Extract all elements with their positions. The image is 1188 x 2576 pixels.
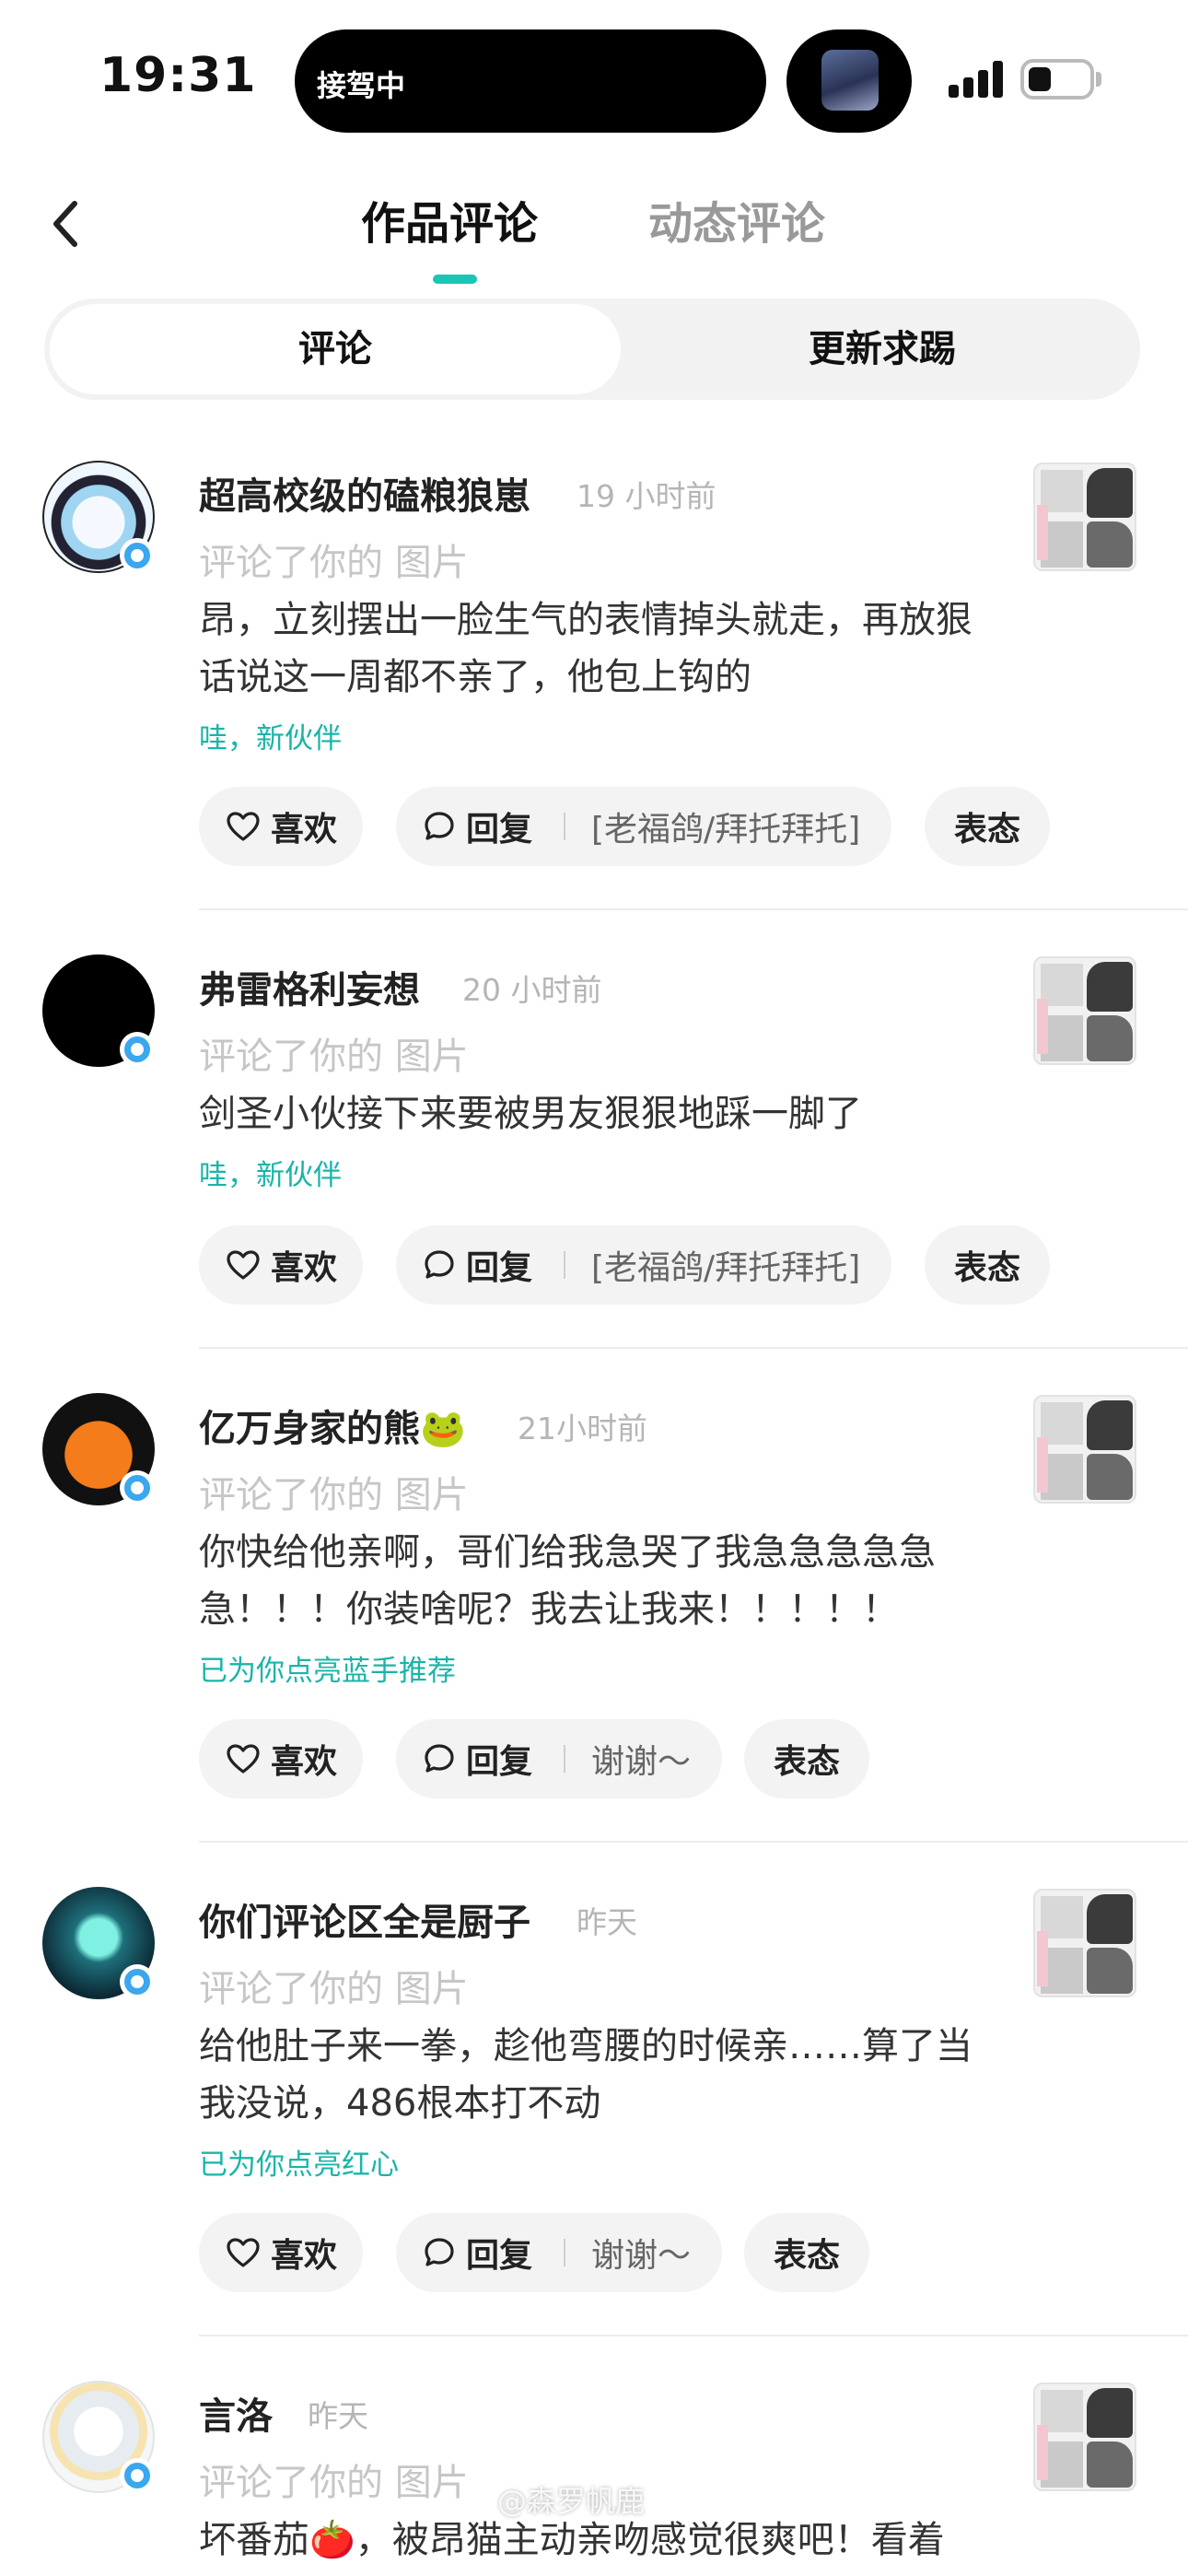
reply-label: 回复 xyxy=(466,1249,533,1287)
quick-reply-suggestion[interactable]: [老福鸽/拜托拜托] xyxy=(591,1241,860,1289)
now-playing-island[interactable] xyxy=(786,29,912,133)
react-button[interactable]: 表态 xyxy=(744,1719,870,1798)
commented-image-thumbnail[interactable] xyxy=(1033,1889,1136,1997)
verified-badge-icon xyxy=(120,538,155,573)
like-button[interactable]: 喜欢 xyxy=(199,1225,363,1305)
verified-badge-icon xyxy=(120,1470,155,1505)
divider xyxy=(199,1841,1188,1843)
active-tab-indicator xyxy=(433,275,477,284)
comment-action: 评论了你的 图片 xyxy=(199,1036,469,1078)
chevron-left-icon xyxy=(53,201,77,247)
like-label: 喜欢 xyxy=(271,1249,338,1287)
verified-badge-icon xyxy=(120,1964,155,1999)
commented-image-thumbnail[interactable] xyxy=(1033,1395,1136,1504)
status-bar: 19:31 接驾中 xyxy=(0,0,1188,147)
battery-tip xyxy=(1096,72,1101,87)
speech-bubble-icon xyxy=(425,2238,454,2266)
comment-badge: 哇，新伙伴 xyxy=(199,1159,342,1192)
heart-icon xyxy=(227,2238,260,2267)
like-label: 喜欢 xyxy=(271,2237,338,2275)
segment-comments[interactable]: 评论 xyxy=(50,304,621,394)
like-button[interactable]: 喜欢 xyxy=(199,2213,363,2292)
commented-image-thumbnail[interactable] xyxy=(1033,2383,1136,2491)
like-button[interactable]: 喜欢 xyxy=(199,1719,363,1798)
comment-time: 21小时前 xyxy=(518,1411,647,1446)
album-art-icon xyxy=(821,50,879,111)
comment-username[interactable]: 言洛 xyxy=(199,2386,273,2440)
comment-text[interactable]: 昂，立刻摆出一脸生气的表情掉头就走，再放狠话说这一周都不亲了，他包上钩的 xyxy=(199,591,982,706)
reply-button[interactable]: 回复 谢谢～ xyxy=(396,1719,723,1798)
comment-type-segmented-control: 评论 更新求踢 xyxy=(44,299,1140,400)
reply-button[interactable]: 回复 [老福鸽/拜托拜托] xyxy=(396,787,892,866)
comment-time: 昨天 xyxy=(577,1904,637,1940)
comment-username[interactable]: 亿万身家的熊🐸 xyxy=(199,1399,466,1452)
comment-text[interactable]: 你快给他亲啊，哥们给我急哭了我急急急急急急！！！你装啥呢？我去让我来！！！！！ xyxy=(199,1524,982,1638)
comment-action: 评论了你的 图片 xyxy=(199,1474,469,1516)
react-button[interactable]: 表态 xyxy=(744,2213,870,2292)
dynamic-island[interactable]: 接驾中 xyxy=(295,29,766,133)
back-button[interactable] xyxy=(37,192,92,256)
comment-text[interactable]: 剑圣小伙接下来要被男友狠狠地踩一脚了 xyxy=(199,1085,982,1142)
tab-dynamic-comments[interactable]: 动态评论 xyxy=(648,192,825,256)
quick-reply-suggestion[interactable]: 谢谢～ xyxy=(591,1735,691,1783)
reply-button[interactable]: 回复 [老福鸽/拜托拜托] xyxy=(396,1225,892,1305)
live-activity-label: 接驾中 xyxy=(317,68,406,103)
verified-badge-icon xyxy=(120,1032,155,1067)
react-button[interactable]: 表态 xyxy=(925,1225,1051,1305)
heart-icon xyxy=(227,812,260,841)
comment-action: 评论了你的 图片 xyxy=(199,1968,469,2010)
divider xyxy=(199,2335,1188,2336)
comment-username[interactable]: 你们评论区全是厨子 xyxy=(199,1892,530,1946)
comment-text[interactable]: 给他肚子来一拳，趁他弯腰的时候亲……算了当我没说，486根本打不动 xyxy=(199,2018,982,2132)
heart-icon xyxy=(227,1250,260,1280)
comment-badge: 哇，新伙伴 xyxy=(199,722,342,755)
status-time: 19:31 xyxy=(99,48,257,103)
comment-username[interactable]: 超高校级的磕粮狼崽 xyxy=(199,466,530,520)
comment-badge: 已为你点亮蓝手推荐 xyxy=(199,1655,456,1688)
comment-action: 评论了你的 图片 xyxy=(199,2462,469,2504)
comment-action: 评论了你的 图片 xyxy=(199,542,469,584)
segment-update-requests[interactable]: 更新求踢 xyxy=(630,304,1135,394)
like-button[interactable]: 喜欢 xyxy=(199,787,363,866)
commented-image-thumbnail[interactable] xyxy=(1033,956,1136,1065)
comment-username[interactable]: 弗雷格利妄想 xyxy=(199,960,420,1013)
comment-time: 19 小时前 xyxy=(577,478,716,514)
divider xyxy=(199,908,1188,910)
cellular-signal-icon xyxy=(949,61,1006,98)
watermark: @森罗帆鹿 xyxy=(497,2484,646,2519)
tab-work-comments[interactable]: 作品评论 xyxy=(361,192,538,256)
speech-bubble-icon xyxy=(425,1744,454,1773)
react-button[interactable]: 表态 xyxy=(925,787,1051,866)
quick-reply-suggestion[interactable]: 谢谢～ xyxy=(591,2229,691,2277)
reply-button[interactable]: 回复 谢谢～ xyxy=(396,2213,723,2292)
speech-bubble-icon xyxy=(425,1250,454,1279)
commented-image-thumbnail[interactable] xyxy=(1033,463,1136,571)
speech-bubble-icon xyxy=(425,812,454,840)
divider xyxy=(199,1347,1188,1349)
battery-icon xyxy=(1020,59,1094,100)
comment-time: 昨天 xyxy=(308,2398,368,2434)
reply-label: 回复 xyxy=(466,1743,533,1781)
comments-page: 19:31 接驾中 作品评论 动态评论 评论 更新求踢 超高校级的磕粮狼崽 19… xyxy=(0,0,1188,2576)
verified-badge-icon xyxy=(120,2458,155,2493)
heart-icon xyxy=(227,1744,260,1774)
comment-badge: 已为你点亮红心 xyxy=(199,2149,399,2182)
like-label: 喜欢 xyxy=(271,1743,338,1781)
reply-label: 回复 xyxy=(466,811,533,849)
comment-time: 20 小时前 xyxy=(462,972,602,1008)
reply-label: 回复 xyxy=(466,2237,533,2275)
quick-reply-suggestion[interactable]: [老福鸽/拜托拜托] xyxy=(591,802,860,850)
like-label: 喜欢 xyxy=(271,811,338,849)
